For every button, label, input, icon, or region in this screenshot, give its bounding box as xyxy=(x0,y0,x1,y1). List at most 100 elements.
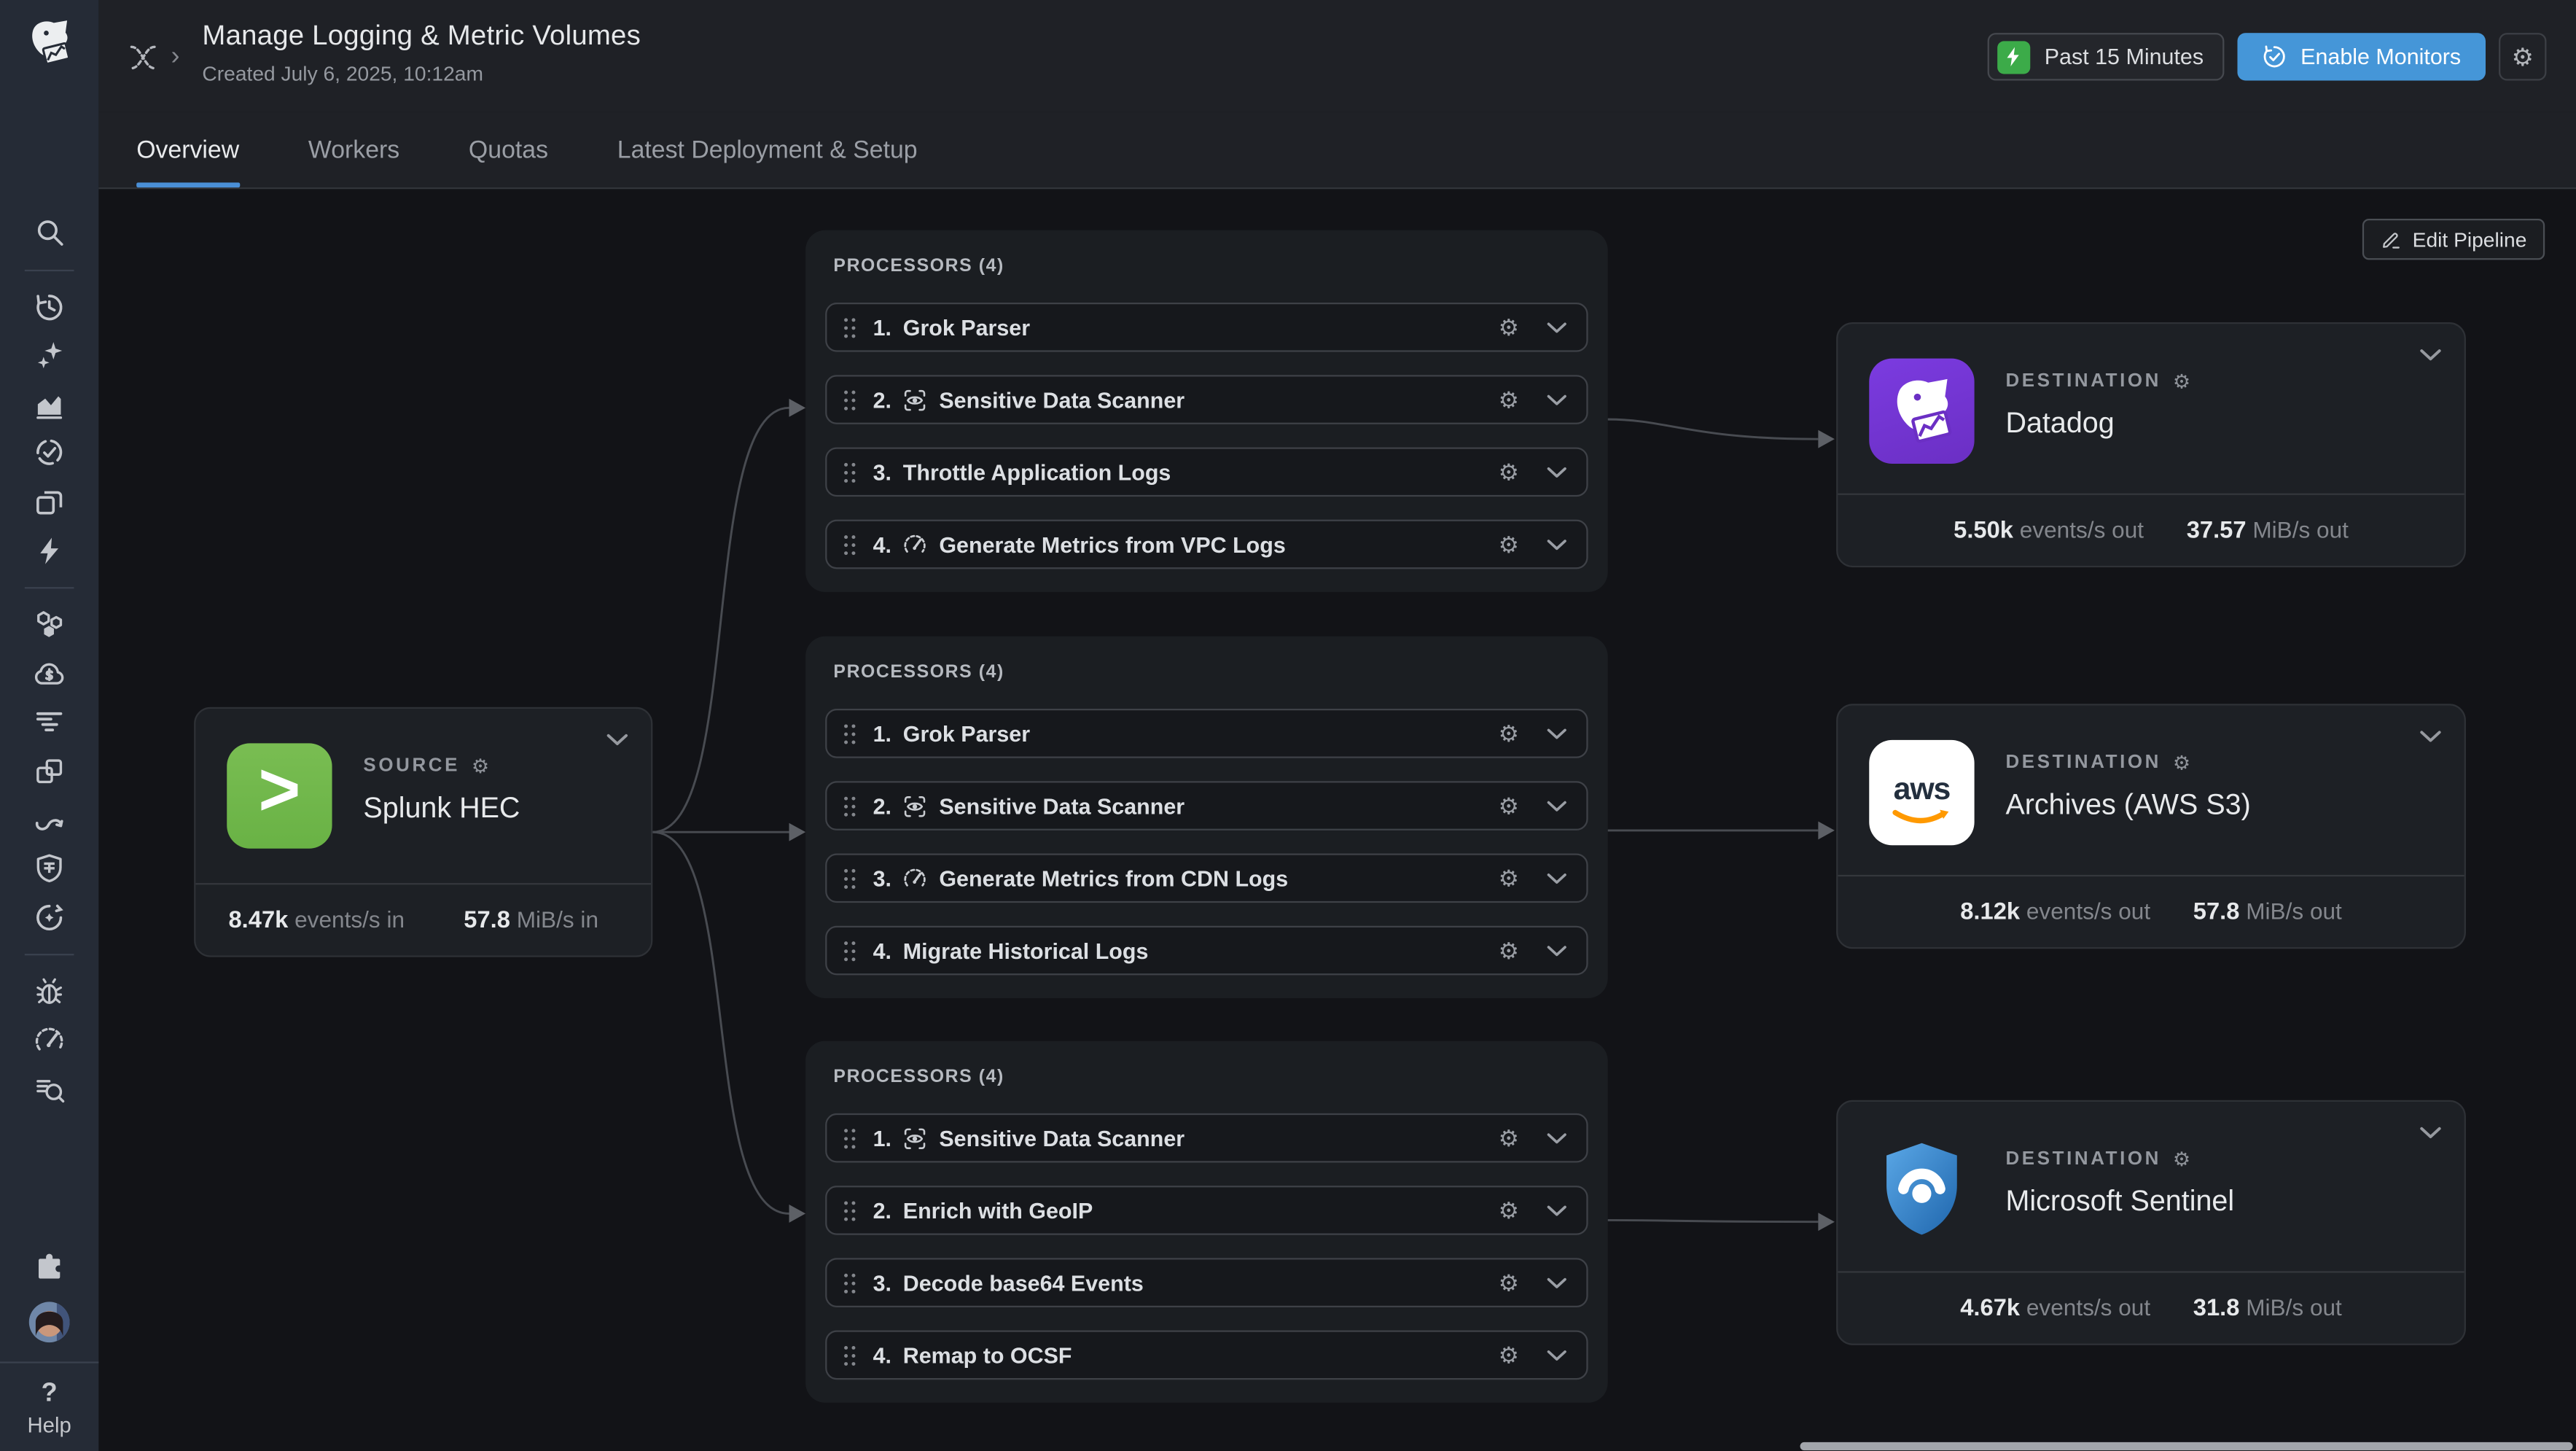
settings-button[interactable]: ⚙ xyxy=(2499,33,2546,80)
gear-icon[interactable]: ⚙ xyxy=(1499,722,1519,745)
stat-bytes: 37.57 MiB/s out xyxy=(2187,516,2349,544)
sidebar-item-integrations[interactable] xyxy=(20,1250,79,1286)
chevron-down-icon[interactable] xyxy=(606,734,628,747)
gear-icon[interactable]: ⚙ xyxy=(1499,794,1519,817)
sidebar-item-ci-visibility[interactable] xyxy=(20,899,79,935)
drag-handle-icon[interactable] xyxy=(843,1199,856,1221)
gear-icon[interactable]: ⚙ xyxy=(1499,460,1519,483)
sidebar-item-cloud-cost[interactable] xyxy=(20,656,79,692)
drag-handle-icon[interactable] xyxy=(843,389,856,410)
gear-icon[interactable]: ⚙ xyxy=(1499,316,1519,339)
processor-row[interactable]: 2.Sensitive Data Scanner⚙ xyxy=(825,781,1588,830)
tab-quotas[interactable]: Quotas xyxy=(469,112,548,187)
chevron-down-icon[interactable] xyxy=(1547,1132,1566,1144)
chevron-down-icon[interactable] xyxy=(1547,945,1566,957)
gear-icon[interactable]: ⚙ xyxy=(1499,1271,1519,1294)
chevron-down-icon[interactable] xyxy=(1547,872,1566,884)
sidebar-item-bits-ai[interactable] xyxy=(20,338,79,374)
app-window: ? Help › Manage Logging & Metric Volumes… xyxy=(0,0,2576,1451)
sidebar-item-synthetics[interactable] xyxy=(20,802,79,839)
chevron-down-icon[interactable] xyxy=(1547,800,1566,812)
drag-handle-icon[interactable] xyxy=(843,940,856,961)
gear-icon[interactable]: ⚙ xyxy=(1499,1199,1519,1222)
processor-row[interactable]: 1.Grok Parser⚙ xyxy=(825,303,1588,352)
tab-latest-deployment[interactable]: Latest Deployment & Setup xyxy=(617,112,918,187)
sidebar-item-log-explorer[interactable] xyxy=(20,1071,79,1108)
tab-workers[interactable]: Workers xyxy=(308,112,399,187)
processor-index: 1. xyxy=(873,1126,891,1151)
drag-handle-icon[interactable] xyxy=(843,1345,856,1366)
chevron-down-icon[interactable] xyxy=(1547,466,1566,478)
gear-icon[interactable]: ⚙ xyxy=(2173,752,2190,775)
node-type-label: SOURCE xyxy=(363,756,460,776)
edit-pipeline-button[interactable]: Edit Pipeline xyxy=(2362,219,2545,260)
drag-handle-icon[interactable] xyxy=(843,462,856,483)
gear-icon[interactable]: ⚙ xyxy=(2173,1148,2190,1171)
drag-handle-icon[interactable] xyxy=(843,868,856,889)
drag-handle-icon[interactable] xyxy=(843,795,856,816)
chevron-down-icon[interactable] xyxy=(1547,728,1566,739)
drag-handle-icon[interactable] xyxy=(843,1272,856,1293)
datadog-logo[interactable] xyxy=(21,17,77,69)
sidebar-item-history[interactable] xyxy=(20,289,79,325)
processor-row[interactable]: 2.Enrich with GeoIP⚙ xyxy=(825,1186,1588,1235)
drag-handle-icon[interactable] xyxy=(843,316,856,338)
processor-row[interactable]: 3.Throttle Application Logs⚙ xyxy=(825,447,1588,497)
sidebar-item-user-avatar[interactable] xyxy=(20,1304,79,1340)
sidebar-item-bug[interactable] xyxy=(20,974,79,1011)
chevron-down-icon[interactable] xyxy=(1547,1277,1566,1288)
sidebar-item-containers[interactable] xyxy=(20,483,79,520)
tab-bar: Overview Workers Quotas Latest Deploymen… xyxy=(98,112,2576,189)
destination-node-microsoft-sentinel[interactable]: DESTINATION⚙ Microsoft Sentinel 4.67k ev… xyxy=(1836,1100,2466,1345)
sidebar-item-search[interactable] xyxy=(20,214,79,250)
sidebar-item-watchdog[interactable] xyxy=(20,435,79,471)
gear-icon[interactable]: ⚙ xyxy=(1499,388,1519,411)
sidebar-item-dashboards[interactable] xyxy=(20,753,79,790)
destination-node-datadog[interactable]: DESTINATION⚙ Datadog 5.50k events/s out … xyxy=(1836,322,2466,567)
processor-row[interactable]: 2.Sensitive Data Scanner⚙ xyxy=(825,375,1588,424)
question-icon: ? xyxy=(42,1380,58,1409)
time-range-button[interactable]: Past 15 Minutes xyxy=(1987,33,2225,80)
tab-overview[interactable]: Overview xyxy=(136,112,239,187)
chevron-down-icon[interactable] xyxy=(1547,394,1566,405)
gear-icon[interactable]: ⚙ xyxy=(1499,1344,1519,1367)
gear-icon[interactable]: ⚙ xyxy=(1499,867,1519,890)
chevron-down-icon[interactable] xyxy=(2420,349,2441,362)
horizontal-scrollbar[interactable] xyxy=(1800,1442,2573,1450)
sidebar-item-profiler[interactable] xyxy=(20,1023,79,1059)
stat-bytes: 31.8 MiB/s out xyxy=(2193,1294,2342,1322)
sidebar-item-metrics[interactable] xyxy=(20,386,79,423)
chevron-down-icon[interactable] xyxy=(1547,539,1566,551)
processor-row[interactable]: 1.Grok Parser⚙ xyxy=(825,709,1588,758)
sidebar-item-logs[interactable] xyxy=(20,704,79,741)
destination-node-aws-s3[interactable]: aws DESTINATION⚙ Archives (AWS S3) 8.12k… xyxy=(1836,704,2466,949)
processor-row[interactable]: 3.Generate Metrics from CDN Logs⚙ xyxy=(825,854,1588,903)
gear-icon[interactable]: ⚙ xyxy=(1499,1127,1519,1150)
drag-handle-icon[interactable] xyxy=(843,534,856,555)
sidebar-item-apm[interactable] xyxy=(20,532,79,569)
chevron-down-icon[interactable] xyxy=(2420,1127,2441,1140)
gear-icon[interactable]: ⚙ xyxy=(1499,939,1519,962)
sidebar-item-help[interactable]: ? Help xyxy=(27,1364,71,1451)
sidebar-item-security[interactable] xyxy=(20,850,79,887)
drag-handle-icon[interactable] xyxy=(843,723,856,744)
drag-handle-icon[interactable] xyxy=(843,1127,856,1148)
chevron-down-icon[interactable] xyxy=(1547,1205,1566,1216)
chevron-down-icon[interactable] xyxy=(1547,1349,1566,1361)
chevron-down-icon[interactable] xyxy=(2420,730,2441,743)
processor-row[interactable]: 3.Decode base64 Events⚙ xyxy=(825,1258,1588,1307)
history-icon xyxy=(33,290,66,323)
sidebar-item-service-map[interactable] xyxy=(20,607,79,644)
enable-monitors-button[interactable]: Enable Monitors xyxy=(2238,33,2486,80)
gear-icon[interactable]: ⚙ xyxy=(472,755,489,778)
source-node-splunk-hec[interactable]: > SOURCE⚙ Splunk HEC 8.47k events/s in 5… xyxy=(194,707,652,957)
processor-row[interactable]: 1.Sensitive Data Scanner⚙ xyxy=(825,1113,1588,1163)
processor-label: Sensitive Data Scanner xyxy=(939,793,1184,818)
processor-row[interactable]: 4.Migrate Historical Logs⚙ xyxy=(825,926,1588,976)
gear-icon[interactable]: ⚙ xyxy=(1499,533,1519,556)
chevron-down-icon[interactable] xyxy=(1547,322,1566,333)
processor-row[interactable]: 4.Remap to OCSF⚙ xyxy=(825,1331,1588,1380)
pipeline-canvas[interactable]: Edit Pipeline > SOURCE⚙ Splunk HEC 8.47k… xyxy=(98,189,2576,1451)
processor-row[interactable]: 4.Generate Metrics from VPC Logs⚙ xyxy=(825,520,1588,569)
gear-icon[interactable]: ⚙ xyxy=(2173,370,2190,393)
